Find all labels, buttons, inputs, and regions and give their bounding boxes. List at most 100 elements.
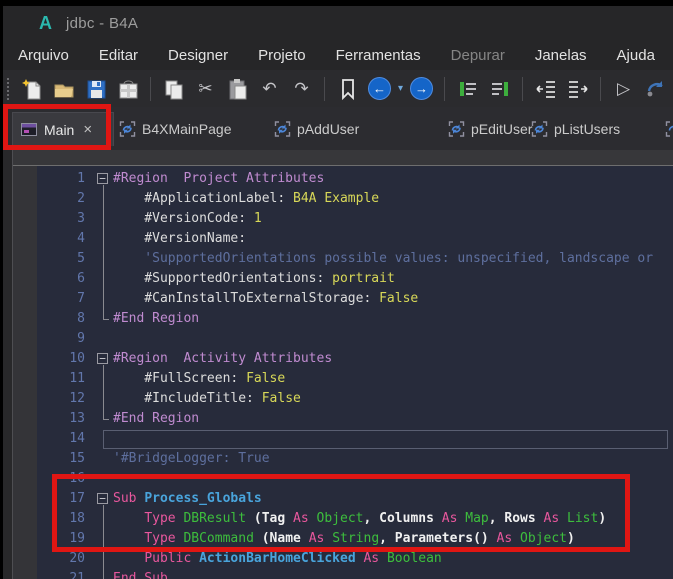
code-text: #Region Project Attributes — [113, 171, 325, 186]
code-text: Public ActionBarHomeClicked As Boolean — [144, 551, 442, 566]
class-module-icon — [531, 120, 548, 137]
class-module-icon — [448, 120, 465, 137]
code-line[interactable]: 12 #IncludeTitle: False — [37, 389, 673, 409]
undo-icon[interactable]: ↶ — [256, 76, 283, 102]
indent-icon[interactable] — [564, 76, 591, 102]
menu-bar: Arquivo Editar Designer Projeto Ferramen… — [3, 40, 673, 70]
save-icon[interactable] — [82, 76, 109, 102]
line-number: 19 — [69, 531, 85, 546]
comment-icon[interactable] — [454, 76, 481, 102]
fold-guide — [95, 209, 113, 229]
code-line[interactable]: 17 Sub Process_Globals — [37, 489, 673, 510]
b4a-logo-icon: A — [39, 12, 52, 33]
line-number: 18 — [69, 511, 85, 526]
fold-guide — [95, 289, 113, 309]
code-line[interactable]: 2 #ApplicationLabel: B4A Example — [37, 189, 673, 209]
menu-designer[interactable]: Designer — [168, 47, 228, 64]
code-line[interactable]: 3 #VersionCode: 1 — [37, 209, 673, 229]
cut-icon[interactable]: ✂ — [192, 76, 219, 102]
code-line[interactable]: 11 #FullScreen: False — [37, 369, 673, 389]
code-line[interactable]: 20 Public ActionBarHomeClicked As Boolea… — [37, 549, 673, 569]
code-line[interactable]: 7 #CanInstallToExternalStorage: False — [37, 289, 673, 309]
code-line[interactable]: 8 #End Region — [37, 309, 673, 329]
activity-module-icon — [21, 123, 37, 136]
fold-guide — [95, 189, 113, 209]
code-line[interactable]: 1 #Region Project Attributes — [37, 169, 673, 190]
menu-arquivo[interactable]: Arquivo — [18, 47, 69, 64]
toolbar-separator — [522, 76, 524, 101]
fold-guide — [95, 529, 113, 549]
line-number: 17 — [69, 491, 85, 506]
code-text: #VersionCode: 1 — [113, 211, 262, 226]
open-project-icon[interactable] — [50, 76, 77, 102]
new-project-icon[interactable] — [18, 76, 45, 102]
menu-ferramentas[interactable]: Ferramentas — [336, 47, 421, 64]
bookmark-icon[interactable] — [334, 76, 361, 102]
code-line[interactable]: 14 — [37, 429, 673, 449]
outdent-icon[interactable] — [532, 76, 559, 102]
menu-editar[interactable]: Editar — [99, 47, 138, 64]
line-number: 3 — [77, 211, 85, 226]
toolbar-separator — [324, 76, 325, 101]
fold-guide — [95, 249, 113, 269]
navigate-forward-icon[interactable]: → — [408, 76, 435, 102]
toolbar: ✂ ↶ ↷ ← ▾ → ▷ — [3, 70, 673, 107]
tab-partial[interactable] — [665, 112, 673, 145]
tab-b4xmainpage[interactable]: B4XMainPage — [119, 112, 232, 145]
menu-depurar[interactable]: Depurar — [451, 47, 505, 64]
code-line[interactable]: 4 #VersionName: — [37, 229, 673, 249]
code-text: #End Region — [113, 311, 200, 326]
current-line-indicator — [103, 430, 668, 449]
code-line[interactable]: 10 #Region Activity Attributes — [37, 349, 673, 370]
uncomment-icon[interactable] — [486, 76, 513, 102]
code-line[interactable]: 15 '#BridgeLogger: True — [37, 449, 673, 469]
code-line[interactable]: 13 #End Region — [37, 409, 673, 429]
fold-toggle-icon[interactable] — [95, 489, 113, 510]
code-line[interactable]: 16 — [37, 469, 673, 489]
tab-plistusers[interactable]: pListUsers — [531, 112, 620, 145]
run-icon[interactable]: ▷ — [610, 76, 637, 102]
code-line[interactable]: 9 — [37, 329, 673, 349]
tab-pedituser[interactable]: pEditUser — [448, 112, 532, 145]
code-text: '#BridgeLogger: True — [113, 451, 270, 466]
title-bar: A jdbc - B4A — [3, 6, 673, 40]
window-left-edge — [3, 150, 13, 579]
code-line[interactable]: 6 #SupportedOrientations: portrait — [37, 269, 673, 289]
menu-projeto[interactable]: Projeto — [258, 47, 306, 64]
tab-bar: Main × B4XMainPage pAddUser pEditUser pL… — [3, 107, 673, 151]
tab-main[interactable]: Main × — [12, 112, 114, 146]
line-number: 13 — [69, 411, 85, 426]
tab-label: pListUsers — [554, 120, 621, 137]
redo-icon[interactable]: ↷ — [288, 76, 315, 102]
fold-toggle-icon[interactable] — [95, 349, 113, 370]
resume-icon[interactable] — [642, 76, 669, 102]
line-number: 10 — [69, 351, 85, 366]
copy-icon[interactable] — [160, 76, 187, 102]
code-line[interactable]: 21 End Sub — [37, 569, 673, 579]
code-text: #VersionName: — [113, 231, 254, 246]
b4a-ide-window: A jdbc - B4A Arquivo Editar Designer Pro… — [0, 0, 673, 579]
code-line[interactable]: 18 Type DBResult (Tag As Object, Columns… — [37, 509, 673, 529]
package-icon[interactable] — [114, 76, 141, 102]
code-line[interactable]: 19 Type DBCommand (Name As String, Param… — [37, 529, 673, 549]
navigate-back-dropdown-icon[interactable]: ▾ — [398, 83, 403, 94]
menu-ajuda[interactable]: Ajuda — [617, 47, 655, 64]
menu-janelas[interactable]: Janelas — [535, 47, 587, 64]
fold-toggle-icon[interactable] — [95, 169, 113, 190]
navigate-back-icon[interactable]: ← — [366, 76, 393, 102]
code-text: #Region Activity Attributes — [113, 351, 333, 366]
paste-icon[interactable] — [224, 76, 251, 102]
toolbar-grip[interactable] — [7, 77, 9, 100]
code-editor[interactable]: 1 #Region Project Attributes 2 #Applicatio… — [37, 166, 673, 579]
fold-guide — [95, 369, 113, 389]
line-number: 20 — [69, 551, 85, 566]
code-text: #FullScreen: False — [113, 371, 286, 386]
code-line[interactable]: 5 'SupportedOrientations possible values… — [37, 249, 673, 269]
close-icon[interactable]: × — [83, 122, 92, 137]
fold-guide — [95, 509, 113, 529]
tab-padduser[interactable]: pAddUser — [274, 112, 359, 145]
editor-left-margin — [13, 166, 37, 579]
fold-guide — [95, 429, 113, 449]
code-text: 'SupportedOrientations possible values: … — [113, 251, 654, 266]
line-number: 9 — [77, 331, 85, 346]
